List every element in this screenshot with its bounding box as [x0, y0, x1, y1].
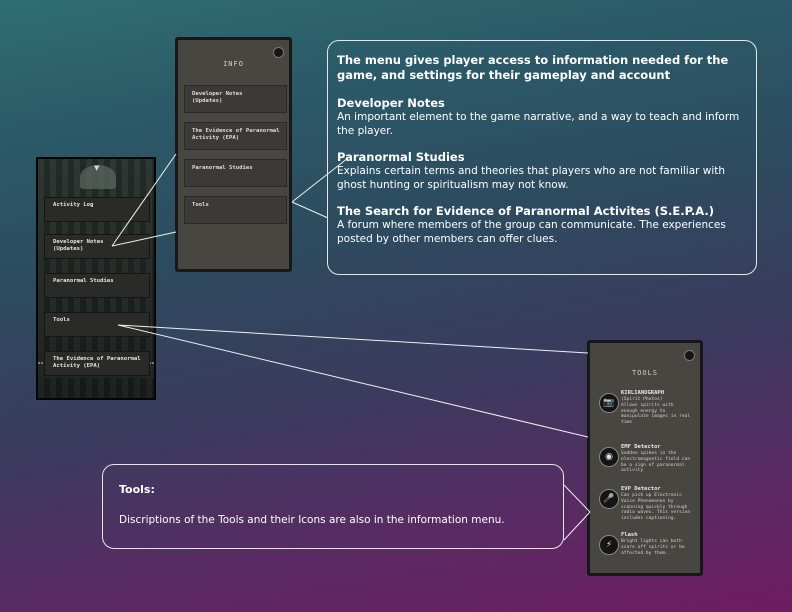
callout-text: Discriptions of the Tools and their Icon…: [119, 514, 505, 526]
info-title: INFO: [223, 60, 244, 68]
tools-title: TOOLS: [631, 369, 659, 377]
callout-intro: The menu gives player access to informat…: [337, 53, 729, 82]
menu-item-epa[interactable]: The Evidence of Paranormal Activity (EPA…: [44, 351, 150, 376]
section-heading: Paranormal Studies: [337, 150, 465, 164]
tools-description-callout: Tools: Discriptions of the Tools and the…: [102, 464, 564, 549]
callout-heading: Tools:: [119, 483, 155, 496]
tool-description: Sudden spikes in the electromagnetic fie…: [621, 451, 691, 474]
close-icon[interactable]: [273, 47, 284, 58]
tool-name: EVP Detector: [621, 486, 661, 492]
section-heading: The Search for Evidence of Paranormal Ac…: [337, 204, 715, 218]
menu-item-activity-log[interactable]: Activity Log: [44, 197, 150, 222]
section-text: A forum where members of the group can c…: [337, 219, 726, 245]
tool-entry-kirlianograph[interactable]: 📷 KIRLIANOGRAPH (Spirit Photos) Allows s…: [596, 390, 700, 434]
game-screen-phone: ▼ Activity Log Developer Notes (Updates)…: [36, 157, 156, 400]
tool-name: KIRLIANOGRAPH: [621, 390, 665, 396]
info-item-epa[interactable]: The Evidence of Paranormal Activity (EPA…: [184, 122, 287, 150]
microphone-icon: 🎤: [599, 489, 619, 509]
tool-description: Bright lights can both scare off spirits…: [621, 539, 685, 556]
tool-entry-emf-detector[interactable]: ◉ EMF Detector Sudden spikes in the elec…: [596, 444, 700, 488]
tool-entry-evp-detector[interactable]: 🎤 EVP Detector Can pick up Electronic Vo…: [596, 486, 700, 530]
emf-detector-icon: ◉: [599, 447, 619, 467]
camera-icon: 📷: [599, 393, 619, 413]
section-heading: Developer Notes: [337, 96, 445, 110]
menu-description-callout: The menu gives player access to informat…: [327, 40, 757, 275]
tools-screen-phone: TOOLS 📷 KIRLIANOGRAPH (Spirit Photos) Al…: [587, 340, 703, 576]
info-screen-phone: INFO Developer Notes (Updates) The Evide…: [175, 37, 292, 272]
chevron-down-icon[interactable]: ▼: [94, 164, 99, 172]
tool-entry-flash[interactable]: ⚡ Flash Bright lights can both scare off…: [596, 532, 700, 576]
lightning-icon: ⚡: [599, 535, 619, 555]
info-item-tools[interactable]: Tools: [184, 196, 287, 224]
menu-item-paranormal-studies[interactable]: Paranormal Studies: [44, 273, 150, 298]
tool-name: EMF Detector: [621, 444, 661, 450]
close-icon[interactable]: [684, 350, 695, 361]
tool-name: Flash: [621, 532, 638, 538]
section-text: An important element to the game narrati…: [337, 111, 740, 137]
tool-description: Can pick up Electronic Voice Phenomenon …: [621, 493, 691, 522]
info-item-paranormal-studies[interactable]: Paranormal Studies: [184, 159, 287, 187]
menu-item-tools[interactable]: Tools: [44, 312, 150, 337]
tool-description: (Spirit Photos) Allows spirits with enou…: [621, 397, 691, 426]
info-item-developer-notes[interactable]: Developer Notes (Updates): [184, 85, 287, 113]
section-text: Explains certain terms and theories that…: [337, 165, 726, 191]
menu-item-developer-notes[interactable]: Developer Notes (Updates): [44, 234, 150, 259]
